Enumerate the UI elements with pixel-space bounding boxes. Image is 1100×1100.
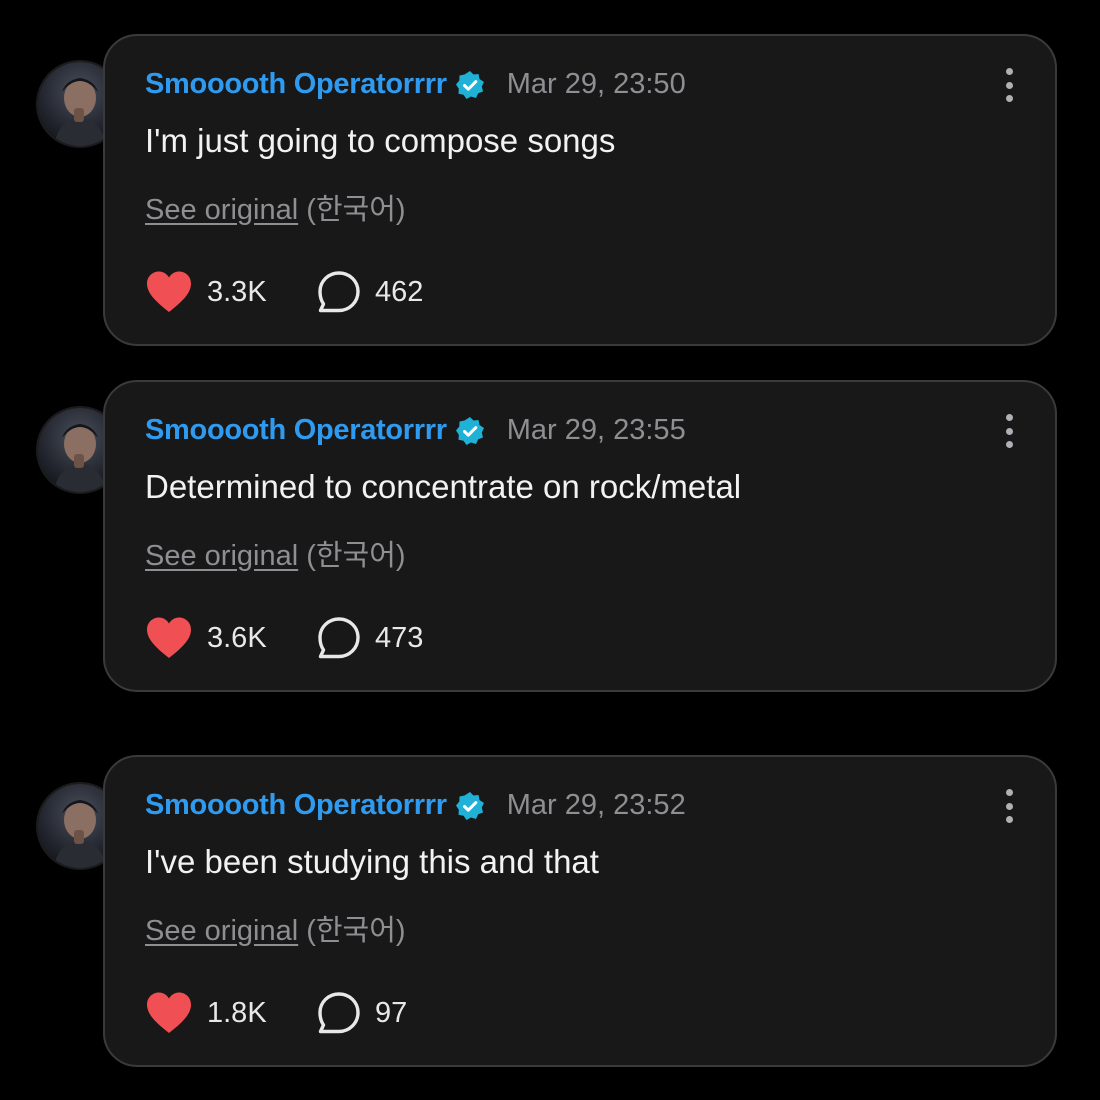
like-button[interactable]: 1.8K bbox=[145, 991, 317, 1035]
translation-note: See original (한국어) bbox=[145, 532, 406, 574]
like-button[interactable]: 3.3K bbox=[145, 270, 317, 314]
verified-badge-icon bbox=[455, 791, 484, 820]
post-actions: 1.8K 97 bbox=[145, 991, 407, 1035]
verified-badge-icon bbox=[455, 416, 484, 445]
username[interactable]: Smooooth Operatorrrr bbox=[145, 68, 447, 101]
post-header: Smooooth Operatorrrr Mar 29, 23:50 bbox=[145, 68, 686, 101]
post-actions: 3.3K 462 bbox=[145, 270, 423, 314]
original-language: (한국어) bbox=[306, 915, 406, 947]
post-text: Determined to concentrate on rock/metal bbox=[145, 468, 742, 505]
post-card[interactable]: Smooooth Operatorrrr Mar 29, 23:55 Deter… bbox=[103, 380, 1057, 692]
more-options-icon[interactable] bbox=[1003, 414, 1015, 448]
more-options-icon[interactable] bbox=[1003, 68, 1015, 102]
verified-badge-icon bbox=[455, 70, 484, 99]
comment-count: 462 bbox=[375, 275, 424, 308]
comment-button[interactable]: 473 bbox=[317, 616, 423, 660]
original-language: (한국어) bbox=[306, 540, 406, 572]
like-count: 1.8K bbox=[207, 996, 267, 1029]
original-language: (한국어) bbox=[306, 194, 406, 226]
like-count: 3.3K bbox=[207, 275, 267, 308]
timestamp: Mar 29, 23:52 bbox=[506, 789, 686, 821]
username[interactable]: Smooooth Operatorrrr bbox=[145, 789, 447, 822]
more-options-icon[interactable] bbox=[1003, 789, 1015, 823]
heart-icon bbox=[147, 992, 191, 1033]
like-button[interactable]: 3.6K bbox=[145, 616, 317, 660]
comment-button[interactable]: 97 bbox=[317, 991, 407, 1035]
translation-note: See original (한국어) bbox=[145, 186, 406, 228]
post-header: Smooooth Operatorrrr Mar 29, 23:55 bbox=[145, 414, 686, 447]
timestamp: Mar 29, 23:55 bbox=[506, 414, 686, 446]
post-card[interactable]: Smooooth Operatorrrr Mar 29, 23:50 I'm j… bbox=[103, 34, 1057, 346]
comment-bubble-icon bbox=[318, 617, 360, 659]
see-original-link[interactable]: See original bbox=[145, 915, 298, 947]
comment-count: 473 bbox=[375, 621, 424, 654]
post-text: I've been studying this and that bbox=[145, 843, 599, 880]
username[interactable]: Smooooth Operatorrrr bbox=[145, 414, 447, 447]
post-actions: 3.6K 473 bbox=[145, 616, 423, 660]
comment-bubble-icon bbox=[318, 992, 360, 1034]
comment-count: 97 bbox=[375, 996, 408, 1029]
like-count: 3.6K bbox=[207, 621, 267, 654]
timestamp: Mar 29, 23:50 bbox=[506, 68, 686, 100]
see-original-link[interactable]: See original bbox=[145, 194, 298, 226]
post-card[interactable]: Smooooth Operatorrrr Mar 29, 23:52 I've … bbox=[103, 755, 1057, 1067]
heart-icon bbox=[147, 617, 191, 658]
post-header: Smooooth Operatorrrr Mar 29, 23:52 bbox=[145, 789, 686, 822]
comment-bubble-icon bbox=[318, 271, 360, 313]
translation-note: See original (한국어) bbox=[145, 907, 406, 949]
comment-button[interactable]: 462 bbox=[317, 270, 423, 314]
post-text: I'm just going to compose songs bbox=[145, 122, 616, 159]
heart-icon bbox=[147, 271, 191, 312]
see-original-link[interactable]: See original bbox=[145, 540, 298, 572]
